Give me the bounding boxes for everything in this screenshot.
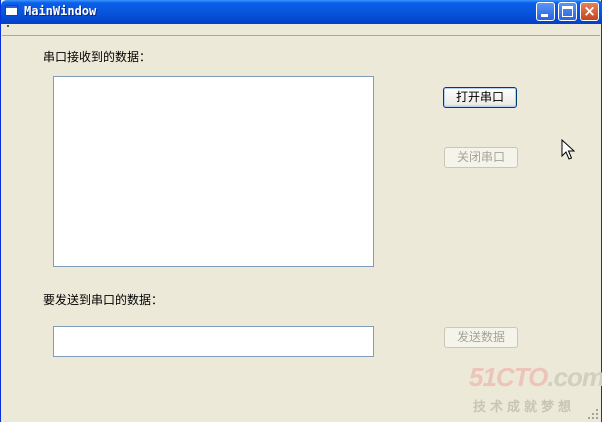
main-window: MainWindow × 串口接收到的数据： 打开串口 关闭串口 要发送到串口的… <box>0 0 602 422</box>
watermark-logo: 51CTO.com <box>469 362 602 393</box>
send-input[interactable] <box>53 326 374 357</box>
send-label: 要发送到串口的数据： <box>43 293 164 307</box>
open-port-button[interactable]: 打开串口 <box>443 87 517 108</box>
window-title: MainWindow <box>24 4 97 18</box>
send-data-button[interactable]: 发送数据 <box>444 327 518 348</box>
maximize-button[interactable] <box>558 2 577 21</box>
mouse-pointer-icon <box>561 139 575 160</box>
watermark-logo-suffix: .com <box>547 362 602 392</box>
receive-textarea[interactable] <box>53 76 374 267</box>
app-window-icon <box>5 5 18 16</box>
close-port-button[interactable]: 关闭串口 <box>444 147 518 168</box>
watermark-tagline: 技术成就梦想 <box>473 400 576 415</box>
menu-bar-grip <box>7 25 9 27</box>
watermark: 51CTO.com 技术成就梦想 <box>469 362 602 417</box>
title-bar[interactable]: MainWindow × <box>1 0 602 24</box>
close-icon: × <box>583 2 596 20</box>
close-button[interactable]: × <box>580 2 599 21</box>
minimize-button[interactable] <box>536 2 555 21</box>
resize-grip-icon[interactable] <box>587 408 599 420</box>
maximize-icon <box>562 6 573 17</box>
minimize-icon <box>541 14 548 17</box>
menu-bar <box>2 24 600 36</box>
watermark-logo-main: 51CTO <box>469 362 548 392</box>
receive-label: 串口接收到的数据： <box>43 50 152 64</box>
